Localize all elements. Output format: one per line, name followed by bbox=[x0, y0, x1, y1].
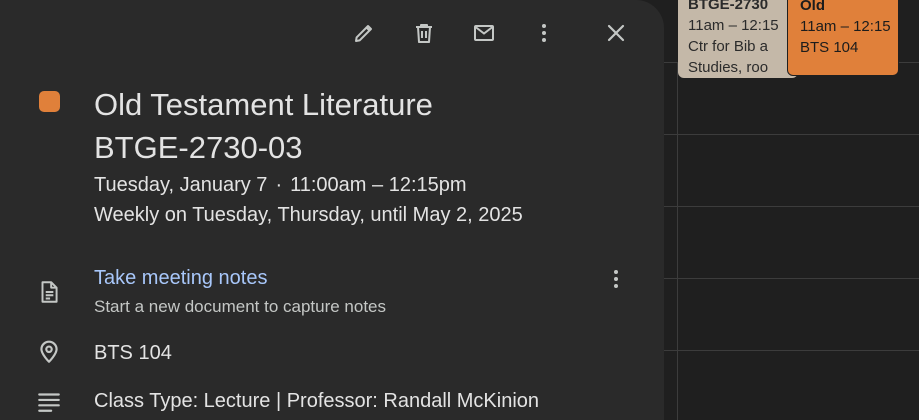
event-color-swatch bbox=[39, 91, 60, 112]
mail-icon bbox=[474, 25, 494, 41]
take-meeting-notes-link[interactable]: Take meeting notes bbox=[94, 265, 267, 291]
notes-subtitle: Start a new document to capture notes bbox=[94, 297, 387, 316]
email-guests-button[interactable] bbox=[469, 18, 499, 48]
calendar-event-location-cont: Studies, roo bbox=[688, 59, 769, 76]
more-options-button[interactable] bbox=[529, 18, 559, 48]
delete-event-button[interactable] bbox=[409, 18, 439, 48]
calendar-event-title: BTGE-2730 bbox=[688, 0, 769, 13]
trash-icon bbox=[416, 24, 432, 43]
calendar-event-old[interactable]: Old 11am – 12:15 BTS 104 bbox=[787, 0, 899, 76]
event-when: Tuesday, January 7 · 11:00am – 12:15pm Wee… bbox=[94, 170, 523, 230]
calendar-event-time: 11am – 12:15 bbox=[688, 17, 779, 34]
event-date: Tuesday, January 7 bbox=[94, 174, 268, 196]
more-vert-icon bbox=[614, 270, 618, 288]
event-datetime: Tuesday, January 7 · 11:00am – 12:15pm bbox=[94, 170, 523, 200]
event-course-code: BTGE-2730-03 bbox=[94, 130, 303, 165]
grid-hour-line bbox=[664, 278, 919, 279]
grid-hour-line bbox=[664, 350, 919, 351]
close-icon bbox=[607, 24, 625, 42]
event-recurrence: Weekly on Tuesday, Thursday, until May 2… bbox=[94, 204, 523, 226]
event-title-line: Old Testament Literature bbox=[94, 87, 433, 122]
event-title: Old Testament Literature BTGE-2730-03 bbox=[94, 83, 614, 169]
location-pin-icon bbox=[36, 339, 62, 365]
more-vert-icon bbox=[542, 24, 546, 42]
event-location: BTS 104 bbox=[94, 342, 172, 364]
notes-more-options-button[interactable] bbox=[603, 266, 629, 292]
document-icon bbox=[36, 279, 62, 305]
pencil-icon bbox=[355, 25, 372, 42]
datetime-separator: · bbox=[275, 174, 283, 196]
grid-day-divider bbox=[677, 62, 678, 420]
calendar-event-location: Ctr for Bib a bbox=[688, 38, 769, 55]
calendar-event-btge[interactable]: BTGE-2730 11am – 12:15 Ctr for Bib a Stu… bbox=[678, 0, 798, 78]
event-description: Class Type: Lecture | Professor: Randall… bbox=[94, 390, 540, 412]
description-icon bbox=[36, 388, 62, 414]
edit-event-button[interactable] bbox=[349, 18, 379, 48]
calendar-event-title: Old bbox=[800, 0, 825, 14]
close-button[interactable] bbox=[601, 18, 631, 48]
calendar-event-location: BTS 104 bbox=[800, 39, 859, 56]
grid-hour-line bbox=[664, 206, 919, 207]
event-time: 11:00am – 12:15pm bbox=[290, 174, 467, 196]
event-details-panel: Old Testament Literature BTGE-2730-03 Tu… bbox=[0, 0, 664, 420]
grid-hour-line bbox=[664, 134, 919, 135]
calendar-event-time: 11am – 12:15 bbox=[800, 18, 891, 35]
